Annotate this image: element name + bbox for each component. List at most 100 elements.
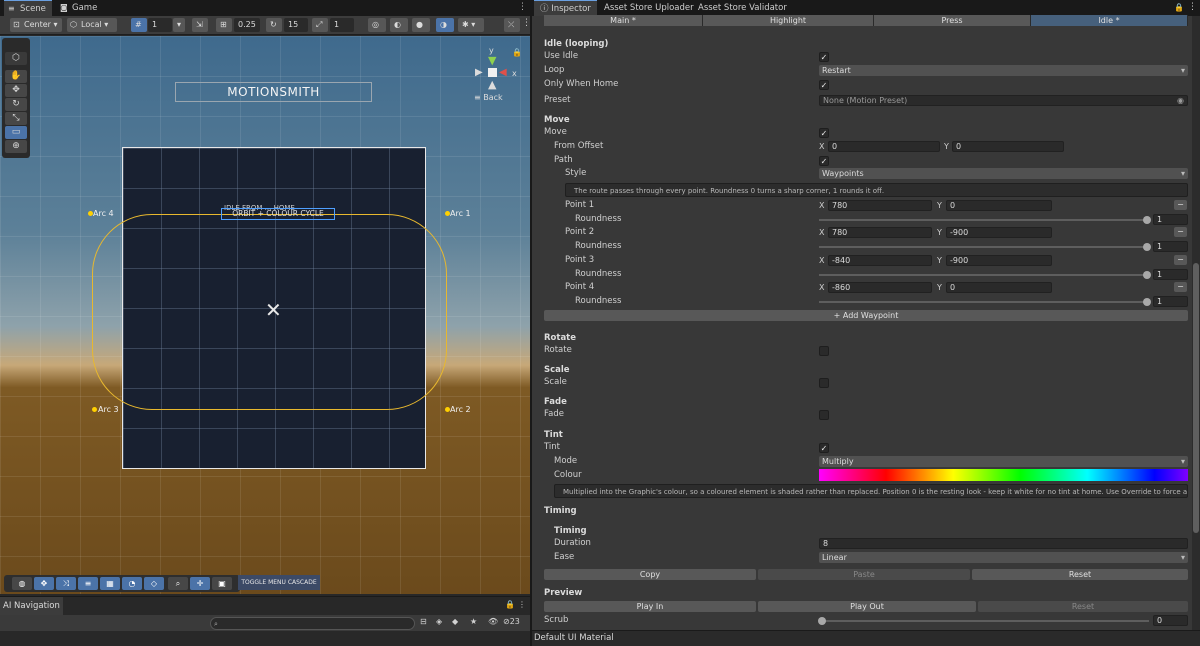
reset-button[interactable]: Reset [972, 569, 1188, 580]
point-2-roundness-track[interactable] [819, 246, 1149, 248]
point-3-roundness-track[interactable] [819, 274, 1149, 276]
point-4-roundness-knob[interactable] [1143, 298, 1151, 306]
style-dropdown[interactable]: Waypoints [819, 168, 1188, 179]
rect-tool[interactable]: ▭ [5, 126, 27, 139]
paste-button[interactable]: Paste [758, 569, 970, 580]
point-2-x-field[interactable]: 780 [828, 227, 932, 238]
overlay-tool-6[interactable]: ◔ [122, 577, 142, 590]
point-2-roundness-field[interactable]: 1 [1153, 241, 1188, 252]
lock-icon[interactable]: 🔒 [512, 48, 522, 57]
visibility-icon[interactable]: 👁 [488, 617, 498, 626]
move-tool[interactable]: ✥ [5, 84, 27, 97]
scroll-thumb[interactable] [1193, 263, 1199, 533]
material-preview-bar[interactable]: Default UI Material [532, 630, 1200, 646]
view-options-button[interactable]: ⬡ [5, 52, 27, 65]
grid-dropdown[interactable]: ▾ [173, 18, 185, 32]
point-2-roundness-knob[interactable] [1143, 243, 1151, 251]
tab-main[interactable]: Main * [544, 15, 703, 26]
object-picker-icon[interactable]: ◉ [1177, 96, 1184, 105]
remove-point-2-button[interactable]: − [1174, 227, 1187, 237]
tab-press[interactable]: Press [874, 15, 1031, 26]
arc-3-handle[interactable] [92, 407, 97, 412]
filter-icon[interactable]: ⊟ [420, 617, 427, 626]
effects-button[interactable]: ◑ [436, 18, 454, 32]
fade-checkbox[interactable] [819, 410, 829, 420]
more-options-icon[interactable]: ⋮ [518, 2, 527, 12]
overlay-tool-1[interactable]: ◍ [12, 577, 32, 590]
tab-inspector[interactable]: ⓘ Inspector [534, 0, 597, 16]
tab-highlight[interactable]: Highlight [703, 15, 874, 26]
scrub-knob[interactable] [818, 617, 826, 625]
hand-tool[interactable]: ✋ [5, 70, 27, 83]
draw-mode-button[interactable]: ◎ [368, 18, 386, 32]
grid-count-field[interactable]: 1 [148, 18, 172, 32]
duration-field[interactable]: 8 [819, 538, 1188, 549]
remove-point-4-button[interactable]: − [1174, 282, 1187, 292]
scene-viewport[interactable]: ✕ Arc 1 Arc 2 Arc 3 Arc 4 MOTIONSMITH ID… [0, 36, 530, 594]
play-out-button[interactable]: Play Out [758, 601, 976, 612]
toggle-menu-cascade-button[interactable]: TOGGLE MENU CASCADE [238, 575, 320, 590]
point-4-roundness-track[interactable] [819, 301, 1149, 303]
from-offset-x-field[interactable]: 0 [828, 141, 940, 152]
type-filter-icon[interactable]: ◈ [436, 617, 442, 626]
tab-asset-store-uploader[interactable]: Asset Store Uploader [598, 0, 700, 16]
overlay-tool-5[interactable]: ▦ [100, 577, 120, 590]
play-in-button[interactable]: Play In [544, 601, 756, 612]
path-checkbox[interactable]: ✓ [819, 156, 829, 166]
point-3-roundness-knob[interactable] [1143, 271, 1151, 279]
overlay-tool-7[interactable]: ◇ [144, 577, 164, 590]
preview-reset-button[interactable]: Reset [978, 601, 1188, 612]
orientation-gizmo[interactable]: y ▼ ▶ ◀ x ▲ ≡ Back 🔒 [474, 46, 522, 106]
point-4-y-field[interactable]: 0 [946, 282, 1052, 293]
point-1-roundness-track[interactable] [819, 219, 1149, 221]
overlay-tool-8[interactable]: ⌕ [168, 577, 188, 590]
snap-move-field[interactable]: 0.25 [234, 18, 260, 32]
lighting-button[interactable]: ● [412, 18, 430, 32]
point-3-x-field[interactable]: -840 [828, 255, 932, 266]
colour-gradient-field[interactable] [819, 469, 1188, 481]
add-waypoint-button[interactable]: + Add Waypoint [544, 310, 1188, 321]
gizmos-button[interactable]: ✱ ▾ [458, 18, 484, 32]
scale-tool[interactable]: ⤡ [5, 112, 27, 125]
shading-button[interactable]: ◐ [390, 18, 408, 32]
preset-field[interactable]: None (Motion Preset) ◉ [819, 95, 1188, 106]
tint-checkbox[interactable]: ✓ [819, 443, 829, 453]
inspector-lock-icon[interactable]: 🔒 [1174, 3, 1184, 12]
overlay-tool-9[interactable]: ✛ [190, 577, 210, 590]
point-1-roundness-knob[interactable] [1143, 216, 1151, 224]
motionsmith-title[interactable]: MOTIONSMITH [175, 82, 372, 102]
ai-more-icon[interactable]: ⋮ [518, 600, 526, 609]
favorite-icon[interactable]: ★ [470, 617, 477, 626]
inspector-more-icon[interactable]: ⋮ [1188, 2, 1197, 12]
from-offset-y-field[interactable]: 0 [952, 141, 1064, 152]
snap-rotate-toggle[interactable]: ↻ [266, 18, 282, 32]
scrub-field[interactable]: 0 [1153, 615, 1188, 626]
pivot-dropdown[interactable]: ⊡ Center ▾ [10, 18, 62, 32]
transform-tool[interactable]: ⊕ [5, 140, 27, 153]
snap-scale-field[interactable]: 1 [330, 18, 354, 32]
rotate-checkbox[interactable] [819, 346, 829, 356]
idle-element-rect[interactable]: ORBIT + COLOUR CYCLE [221, 208, 335, 220]
rotate-tool[interactable]: ↻ [5, 98, 27, 111]
tab-idle[interactable]: Idle * [1031, 15, 1188, 26]
point-4-x-field[interactable]: -860 [828, 282, 932, 293]
snap-increment-toggle[interactable]: ⊞ [216, 18, 232, 32]
remove-point-3-button[interactable]: − [1174, 255, 1187, 265]
label-icon[interactable]: ◆ [452, 617, 458, 626]
move-checkbox[interactable]: ✓ [819, 128, 829, 138]
space-dropdown[interactable]: ⬡ Local ▾ [67, 18, 117, 32]
tab-asset-store-validator[interactable]: Asset Store Validator [692, 0, 793, 16]
overlay-tool-3[interactable]: ⤨ [56, 577, 76, 590]
point-1-roundness-field[interactable]: 1 [1153, 214, 1188, 225]
search-input[interactable]: ⌕ [210, 617, 415, 630]
copy-button[interactable]: Copy [544, 569, 756, 580]
tab-game[interactable]: ◙ Game [56, 0, 103, 16]
back-view-label[interactable]: ≡ Back [474, 93, 503, 102]
ai-lock-icon[interactable]: 🔒 [505, 600, 515, 609]
scrub-track[interactable] [819, 620, 1149, 622]
overlay-tool-4[interactable]: ≡ [78, 577, 98, 590]
use-idle-checkbox[interactable]: ✓ [819, 52, 829, 62]
snap-scale-toggle[interactable]: ⤢ [312, 18, 328, 32]
mode-2d-toggle[interactable]: ⤫ [504, 18, 520, 32]
tab-ai-navigation[interactable]: AI Navigation [0, 597, 63, 615]
